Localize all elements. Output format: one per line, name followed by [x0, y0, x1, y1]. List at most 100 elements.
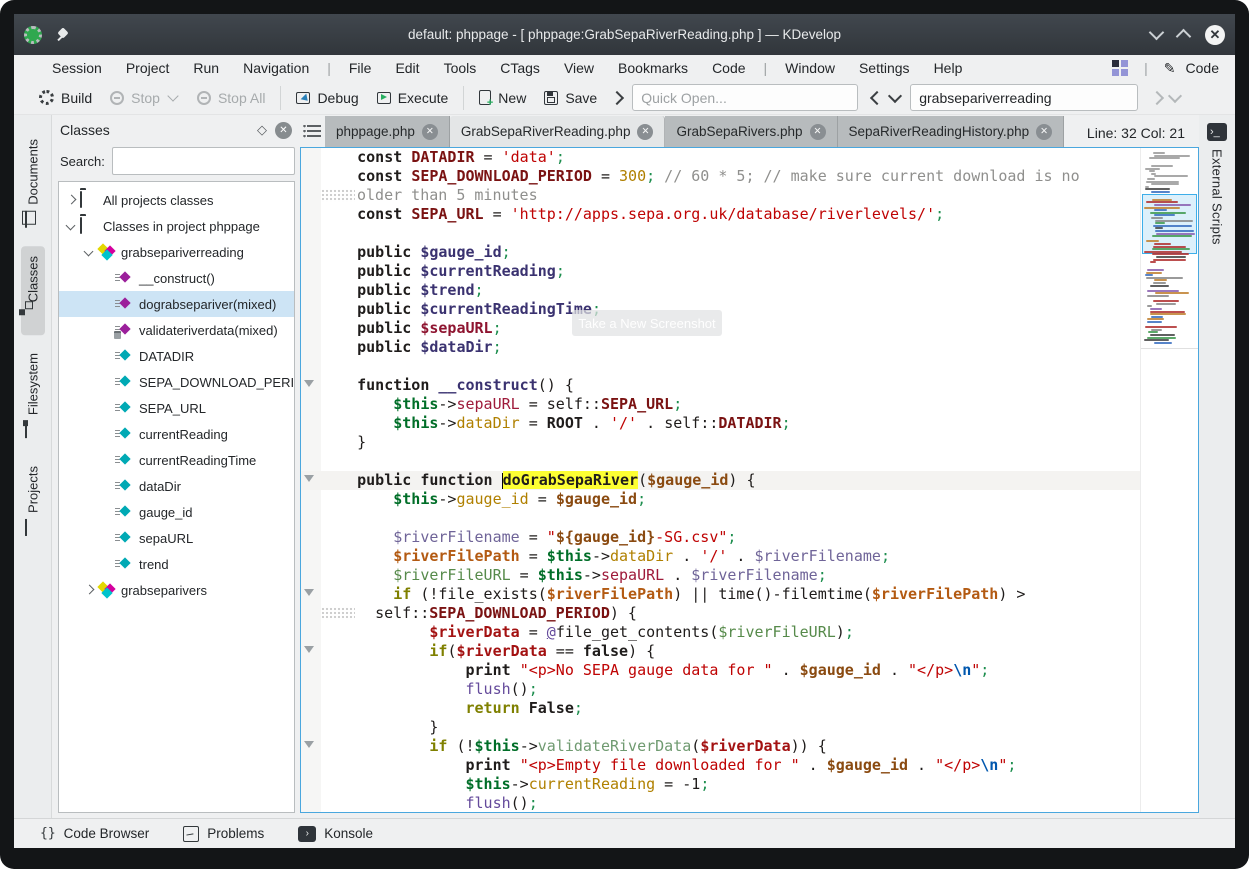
toolbar-search-input[interactable]	[910, 84, 1138, 111]
menu-window[interactable]: Window	[773, 57, 847, 79]
code-line[interactable]: const DATADIR = 'data';	[301, 148, 1141, 167]
titlebar[interactable]: default: phppage - [ phppage:GrabSepaRiv…	[14, 14, 1235, 55]
new-button[interactable]: New	[470, 85, 535, 111]
menu-session[interactable]: Session	[40, 57, 114, 79]
code-line[interactable]: public $gauge_id;	[301, 243, 1141, 262]
tab-GrabSepaRiverReading.php[interactable]: GrabSepaRiverReading.php✕	[450, 116, 666, 147]
tab-close-icon[interactable]: ✕	[422, 124, 438, 140]
float-panel-icon[interactable]: ◇	[257, 122, 267, 138]
code-line[interactable]: print "<p>No SEPA gauge data for " . $ga…	[301, 661, 1141, 680]
code-line[interactable]: public $currentReading;	[301, 262, 1141, 281]
code-line[interactable]: $this->currentReading = -1;	[301, 775, 1141, 794]
code-line[interactable]: if($riverData == false) {	[301, 642, 1141, 661]
code-line[interactable]: flush();	[301, 680, 1141, 699]
code-line[interactable]: print "<p>Empty file downloaded for " . …	[301, 756, 1141, 775]
classes-search-input[interactable]	[112, 147, 295, 175]
tab-close-icon[interactable]: ✕	[1036, 124, 1052, 140]
sidebar-tab-documents[interactable]: Documents	[21, 129, 45, 238]
menu-run[interactable]: Run	[181, 57, 231, 79]
stop-all-button[interactable]: Stop All	[188, 85, 274, 111]
search-prev-dropdown-icon[interactable]	[888, 88, 902, 102]
tree-item[interactable]: currentReading	[59, 421, 294, 447]
search-next-dropdown-icon[interactable]	[1168, 88, 1182, 102]
sidebar-tab-classes[interactable]: Classes	[21, 246, 45, 335]
tree-item[interactable]: DATADIR	[59, 343, 294, 369]
code-line[interactable]	[301, 452, 1141, 471]
document-list-icon[interactable]	[303, 125, 321, 139]
menu-edit[interactable]: Edit	[383, 57, 431, 79]
code-editor[interactable]: const DATADIR = 'data'; const SEPA_DOWNL…	[300, 147, 1199, 813]
sidebar-tab-filesystem[interactable]: Filesystem	[21, 343, 45, 448]
code-line[interactable]: }	[301, 433, 1141, 452]
code-line[interactable]: return False;	[301, 699, 1141, 718]
expander-collapsed-icon[interactable]	[83, 584, 95, 596]
code-line[interactable]	[301, 357, 1141, 376]
pin-icon[interactable]	[56, 28, 70, 42]
tree-item[interactable]: grabseparivers	[59, 577, 294, 603]
code-line[interactable]: public function doGrabSepaRiver($gauge_i…	[301, 471, 1141, 490]
menu-view[interactable]: View	[552, 57, 606, 79]
code-line[interactable]: self::SEPA_DOWNLOAD_PERIOD) {	[301, 604, 1141, 623]
execute-button[interactable]: Execute	[368, 85, 458, 111]
search-next-icon[interactable]	[1150, 90, 1164, 104]
code-line[interactable]: $this->dataDir = ROOT . '/' . self::DATA…	[301, 414, 1141, 433]
menu-tools[interactable]: Tools	[432, 57, 489, 79]
expander-expanded-icon[interactable]	[83, 246, 95, 258]
code-line[interactable]: $riverData = @file_get_contents($riverFi…	[301, 623, 1141, 642]
code-line[interactable]: older than 5 minutes	[301, 186, 1141, 205]
search-prev-icon[interactable]	[870, 90, 884, 104]
minimize-button[interactable]	[1149, 25, 1165, 41]
tab-GrabSepaRivers.php[interactable]: GrabSepaRivers.php✕	[665, 116, 837, 147]
quick-open-input[interactable]	[632, 84, 858, 111]
area-label[interactable]: Code	[1186, 60, 1219, 76]
menu-code[interactable]: Code	[700, 57, 757, 79]
fold-marker-icon[interactable]	[304, 589, 314, 601]
menu-settings[interactable]: Settings	[847, 57, 922, 79]
menu-navigation[interactable]: Navigation	[231, 57, 321, 79]
statusbar-problems[interactable]: Problems	[183, 826, 264, 842]
save-button[interactable]: Save	[535, 85, 606, 111]
tree-item[interactable]: Classes in project phppage	[59, 213, 294, 239]
code-line[interactable]: public $currentReadingTime;	[301, 300, 1141, 319]
menu-project[interactable]: Project	[114, 57, 182, 79]
fold-marker-icon[interactable]	[304, 380, 314, 392]
code-line[interactable]: $riverFilePath = $this->dataDir . '/' . …	[301, 547, 1141, 566]
code-line[interactable]: if (!file_exists($riverFilePath) || time…	[301, 585, 1141, 604]
statusbar-code-browser[interactable]: {}Code Browser	[40, 826, 149, 841]
tree-item[interactable]: gauge_id	[59, 499, 294, 525]
code-line[interactable]: const SEPA_DOWNLOAD_PERIOD = 300; // 60 …	[301, 167, 1141, 186]
expander-collapsed-icon[interactable]	[65, 194, 77, 206]
tab-close-icon[interactable]: ✕	[637, 124, 653, 140]
tab-SepaRiverReadingHistory.php[interactable]: SepaRiverReadingHistory.php✕	[838, 116, 1065, 147]
tree-item[interactable]: grabsepariverreading	[59, 239, 294, 265]
toolbar-overflow-icon[interactable]	[610, 90, 624, 104]
code-line[interactable]: function __construct() {	[301, 376, 1141, 395]
tree-item[interactable]: currentReadingTime	[59, 447, 294, 473]
menu-file[interactable]: File	[337, 57, 384, 79]
code-line[interactable]: $this->gauge_id = $gauge_id;	[301, 490, 1141, 509]
tree-item[interactable]: All projects classes	[59, 187, 294, 213]
code-line[interactable]: $riverFilename = "${gauge_id}-SG.csv";	[301, 528, 1141, 547]
menu-help[interactable]: Help	[922, 57, 975, 79]
tree-item[interactable]: SEPA_URL	[59, 395, 294, 421]
tree-item[interactable]: __construct()	[59, 265, 294, 291]
debug-button[interactable]: Debug	[287, 85, 367, 111]
tree-item[interactable]: validateriverdata(mixed)	[59, 317, 294, 343]
code-line[interactable]: flush();	[301, 794, 1141, 812]
tree-item[interactable]: dograbsepariver(mixed)	[59, 291, 294, 317]
stop-button[interactable]: Stop	[101, 85, 188, 111]
menu-bookmarks[interactable]: Bookmarks	[606, 57, 700, 79]
code-line[interactable]: public $sepaURL;	[301, 319, 1141, 338]
minimap-scrollbar[interactable]	[1140, 148, 1198, 812]
code-line[interactable]: }	[301, 718, 1141, 737]
menu-ctags[interactable]: CTags	[488, 57, 552, 79]
close-panel-icon[interactable]: ✕	[275, 122, 292, 139]
dropdown-chevron-icon[interactable]	[167, 90, 178, 101]
code-line[interactable]: public $trend;	[301, 281, 1141, 300]
code-line[interactable]: public $dataDir;	[301, 338, 1141, 357]
tree-item[interactable]: sepaURL	[59, 525, 294, 551]
fold-marker-icon[interactable]	[304, 475, 314, 487]
tree-item[interactable]: trend	[59, 551, 294, 577]
code-lines[interactable]: const DATADIR = 'data'; const SEPA_DOWNL…	[301, 148, 1141, 812]
tree-item[interactable]: dataDir	[59, 473, 294, 499]
